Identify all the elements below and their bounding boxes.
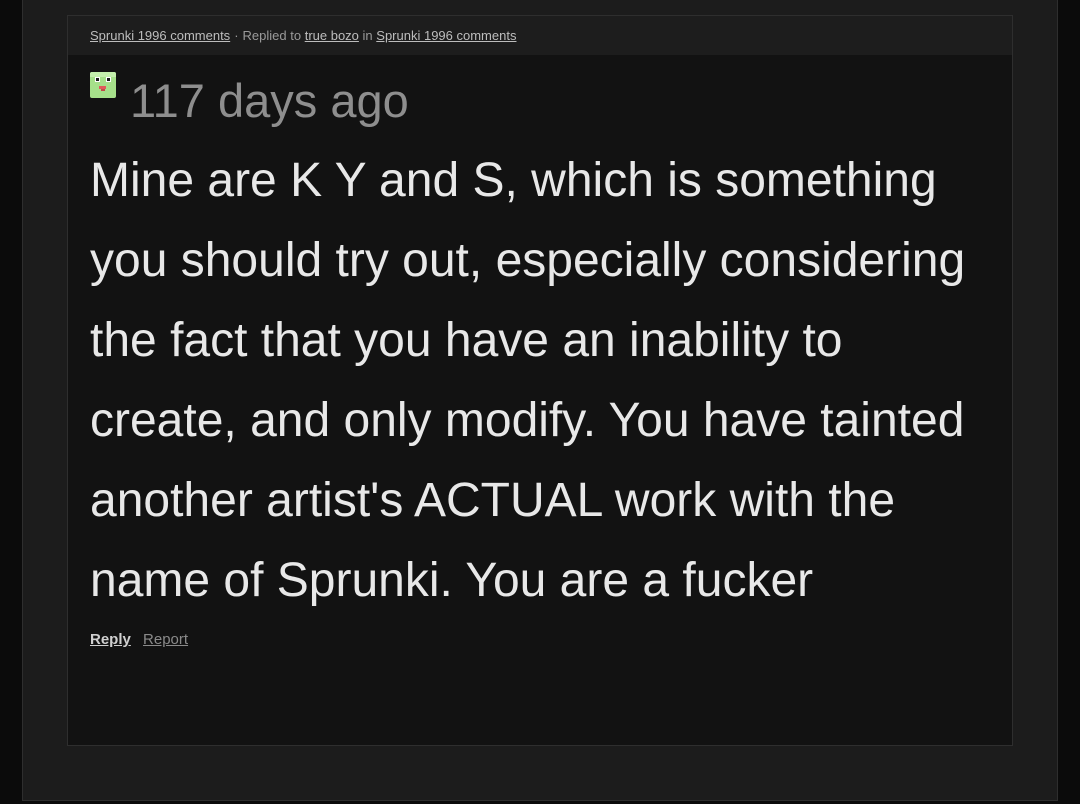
in-word: in (362, 28, 373, 43)
location-link[interactable]: Sprunki 1996 comments (376, 28, 516, 43)
comment-header: Sprunki 1996 comments · Replied to true … (68, 16, 1012, 55)
source-link[interactable]: Sprunki 1996 comments (90, 28, 230, 43)
comment-meta: 117 days ago (90, 71, 990, 141)
comment-actions: Reply Report (90, 631, 990, 648)
comment-card: Sprunki 1996 comments · Replied to true … (67, 15, 1013, 746)
comment-body: 117 days ago Mine are K Y and S, which i… (68, 55, 1012, 648)
replied-to-user-link[interactable]: true bozo (305, 28, 359, 43)
replied-to-prefix: Replied to (242, 28, 302, 43)
comment-text: Mine are K Y and S, which is something y… (90, 154, 966, 607)
reply-link[interactable]: Reply (90, 631, 131, 648)
frog-avatar-icon[interactable] (90, 72, 116, 98)
separator: · (234, 28, 239, 43)
comment-timestamp: 117 days ago (130, 74, 409, 127)
report-link[interactable]: Report (143, 631, 188, 648)
